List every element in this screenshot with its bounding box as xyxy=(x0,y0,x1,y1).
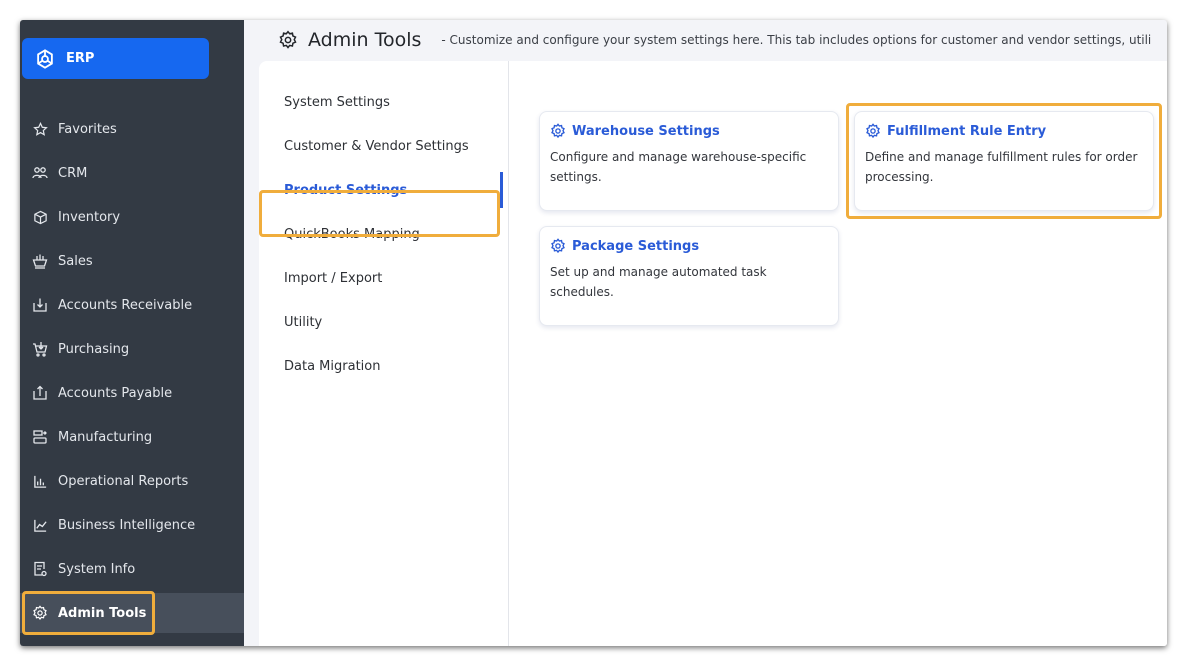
sidebar-item-business-intelligence[interactable]: Business Intelligence xyxy=(20,505,244,545)
active-indicator xyxy=(500,172,503,208)
cart-icon xyxy=(32,341,48,357)
line-chart-icon xyxy=(32,517,48,533)
fulfillment-rule-entry-card[interactable]: Fulfillment Rule Entry Define and manage… xyxy=(854,111,1154,211)
sales-icon xyxy=(32,253,48,269)
sidebar-item-label: Purchasing xyxy=(58,341,130,357)
card-description: Configure and manage warehouse-specific … xyxy=(550,150,807,184)
settings-nav-customer-vendor-settings[interactable]: Customer & Vendor Settings xyxy=(284,137,469,157)
settings-nav-utility[interactable]: Utility xyxy=(284,313,322,333)
sidebar-item-label: Favorites xyxy=(58,121,117,137)
sidebar-item-label: Accounts Receivable xyxy=(58,297,193,313)
gear-icon xyxy=(550,238,566,254)
settings-nav: System Settings Customer & Vendor Settin… xyxy=(259,61,509,646)
page-description: - Customize and configure your system se… xyxy=(441,33,1152,47)
sidebar-item-label: Manufacturing xyxy=(58,429,153,445)
sidebar-item-crm[interactable]: CRM xyxy=(20,153,244,193)
sidebar-item-label: System Info xyxy=(58,561,136,577)
sidebar-item-favorites[interactable]: Favorites xyxy=(20,109,244,149)
brand-button[interactable]: ERP xyxy=(22,38,209,79)
receive-icon xyxy=(32,297,48,313)
app-window: ERP Favorites CRM Inventory Sales Accoun… xyxy=(20,20,1167,646)
sidebar-item-operational-reports[interactable]: Operational Reports xyxy=(20,461,244,501)
sidebar-item-accounts-receivable[interactable]: Accounts Receivable xyxy=(20,285,244,325)
settings-nav-product-settings[interactable]: Product Settings xyxy=(284,181,407,201)
settings-nav-import-export[interactable]: Import / Export xyxy=(284,269,382,289)
brand-label: ERP xyxy=(66,51,95,66)
factory-icon xyxy=(32,429,48,445)
content-panel: System Settings Customer & Vendor Settin… xyxy=(259,61,1167,646)
sidebar-item-inventory[interactable]: Inventory xyxy=(20,197,244,237)
gear-icon xyxy=(550,123,566,139)
gear-icon xyxy=(865,123,881,139)
bar-chart-icon xyxy=(32,473,48,489)
card-title: Fulfillment Rule Entry xyxy=(865,123,1143,139)
page-header: Admin Tools - Customize and configure yo… xyxy=(244,20,1167,60)
sidebar-item-label: Admin Tools xyxy=(58,605,147,621)
card-title: Warehouse Settings xyxy=(550,123,828,139)
page-title: Admin Tools xyxy=(308,29,422,51)
people-icon xyxy=(32,165,48,181)
settings-nav-data-migration[interactable]: Data Migration xyxy=(284,357,380,377)
card-description: Define and manage fulfillment rules for … xyxy=(865,150,1138,184)
sidebar-item-label: Accounts Payable xyxy=(58,385,173,401)
card-title-text: Package Settings xyxy=(572,238,700,254)
document-gear-icon xyxy=(32,561,48,577)
box-icon xyxy=(32,209,48,225)
pay-icon xyxy=(32,385,48,401)
gear-icon xyxy=(32,605,48,621)
card-description: Set up and manage automated task schedul… xyxy=(550,265,767,299)
hub-logo-icon xyxy=(34,48,56,70)
sidebar-item-purchasing[interactable]: Purchasing xyxy=(20,329,244,369)
settings-nav-quickbooks-mapping[interactable]: QuickBooks Mapping xyxy=(284,225,420,245)
sidebar-item-manufacturing[interactable]: Manufacturing xyxy=(20,417,244,457)
gear-icon xyxy=(278,30,298,50)
card-title-text: Fulfillment Rule Entry xyxy=(887,123,1047,139)
card-title-text: Warehouse Settings xyxy=(572,123,720,139)
sidebar-item-label: Inventory xyxy=(58,209,121,225)
settings-nav-system-settings[interactable]: System Settings xyxy=(284,93,390,113)
sidebar-item-label: Sales xyxy=(58,253,93,269)
sidebar-item-sales[interactable]: Sales xyxy=(20,241,244,281)
package-settings-card[interactable]: Package Settings Set up and manage autom… xyxy=(539,226,839,326)
sidebar-item-accounts-payable[interactable]: Accounts Payable xyxy=(20,373,244,413)
sidebar-item-label: CRM xyxy=(58,165,88,181)
star-icon xyxy=(32,121,48,137)
card-title: Package Settings xyxy=(550,238,828,254)
sidebar: ERP Favorites CRM Inventory Sales Accoun… xyxy=(20,20,244,646)
sidebar-item-system-info[interactable]: System Info xyxy=(20,549,244,589)
sidebar-item-label: Business Intelligence xyxy=(58,517,196,533)
warehouse-settings-card[interactable]: Warehouse Settings Configure and manage … xyxy=(539,111,839,211)
sidebar-item-label: Operational Reports xyxy=(58,473,189,489)
sidebar-item-admin-tools[interactable]: Admin Tools xyxy=(20,593,244,633)
